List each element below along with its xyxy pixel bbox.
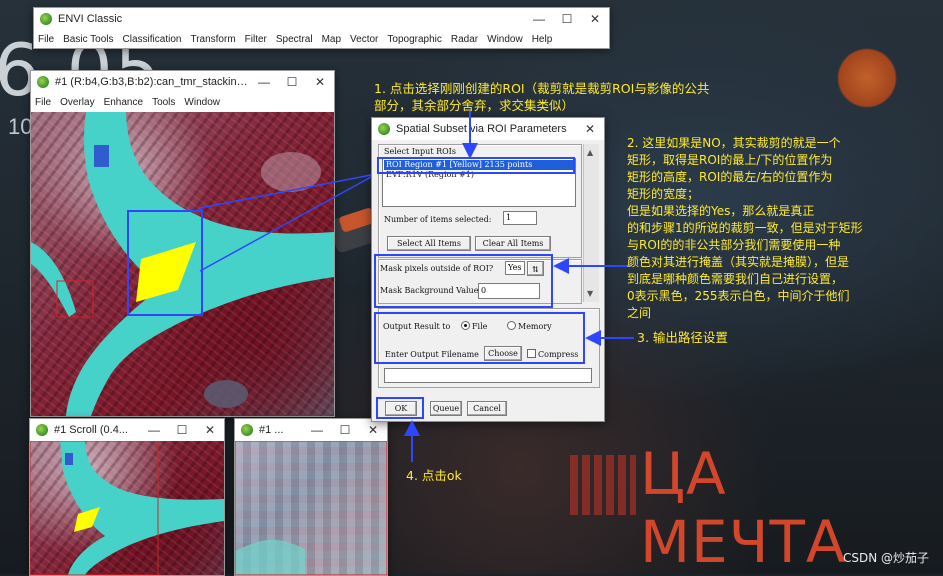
annotation-line: 矩形的宽度； — [627, 187, 700, 201]
annotation-line: 矩形，取得是ROI的最上/下的位置作为 — [627, 153, 833, 167]
annotation-line: 与ROI的的非公共部分我们需要使用一种 — [627, 238, 841, 252]
annotation-step4: 4. 点击ok — [406, 468, 462, 483]
annotation-line: 的和步骤1的所说的裁剪一致，但是对于矩形 — [627, 221, 863, 235]
annotation-line: 部分，其余部分舍弃，求交集类似） — [374, 98, 575, 113]
annotation-line: 颜色对其进行掩盖（其实就是掩膜），但是 — [627, 255, 850, 269]
annotation-line: 之间 — [627, 306, 652, 320]
annotation-line: 2. 这里如果是NO，其实裁剪的就是一个 — [627, 136, 841, 150]
annotation-step3: 3. 输出路径设置 — [637, 330, 728, 345]
annotation-step2: 2. 这里如果是NO，其实裁剪的就是一个 矩形，取得是ROI的最上/下的位置作为… — [627, 135, 863, 322]
annotation-line: 0表示黑色，255表示白色，中间介于他们 — [627, 289, 850, 303]
annotation-line: 1. 点击选择刚刚创建的ROI（裁剪就是裁剪ROI与影像的公共 — [374, 81, 710, 96]
annotation-line: 但是如果选择的Yes，那么就是真正 — [627, 204, 815, 218]
annotation-line: 到底是哪种颜色需要我们自己进行设置， — [627, 272, 844, 286]
csdn-watermark: CSDN @炒茄子 — [842, 551, 929, 565]
annotation-step1: 1. 点击选择刚刚创建的ROI（裁剪就是裁剪ROI与影像的公共 部分，其余部分舍… — [374, 80, 709, 114]
annotation-line: 矩形的高度，ROI的最左/右的位置作为 — [627, 170, 833, 184]
